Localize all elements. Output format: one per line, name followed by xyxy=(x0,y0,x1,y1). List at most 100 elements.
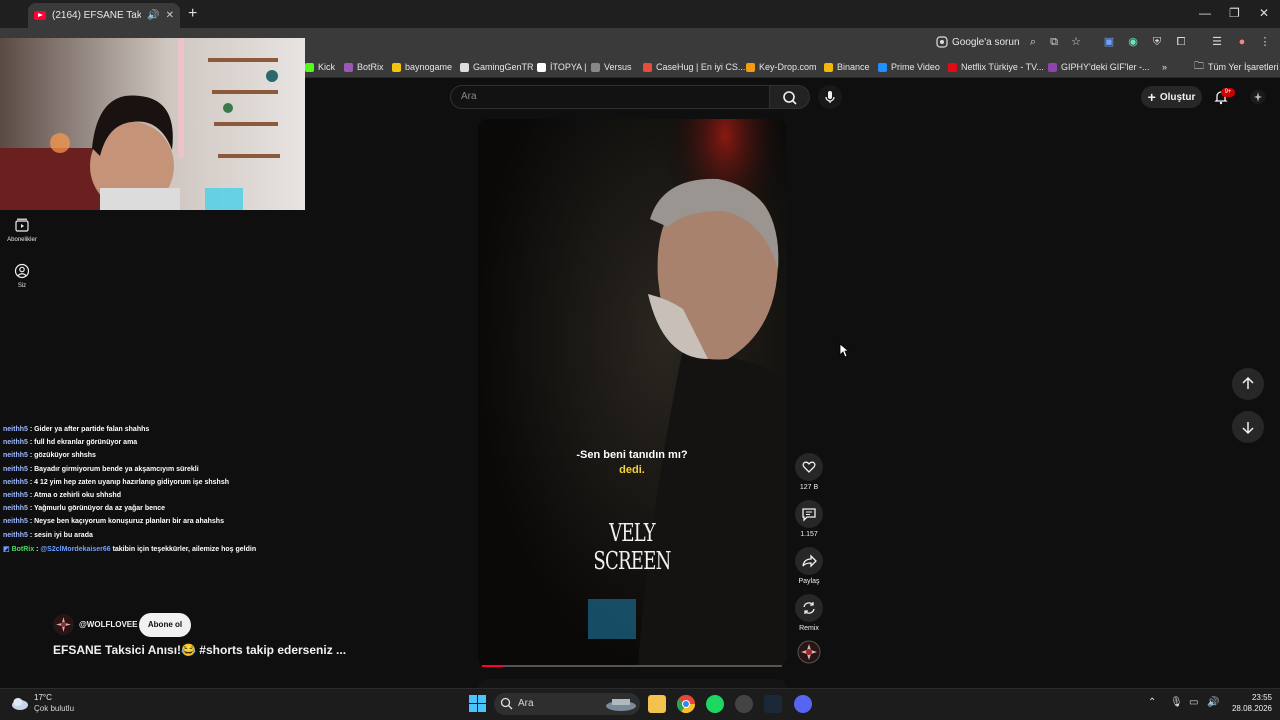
clock-time[interactable]: 23:55 xyxy=(1228,693,1272,702)
search-input[interactable]: Ara xyxy=(450,85,770,109)
volume-icon[interactable]: 🔊 xyxy=(1207,697,1219,708)
bookmark-item[interactable]: Key-Drop.com xyxy=(746,60,817,74)
chat-username: neithh5 xyxy=(3,518,28,526)
weather-description[interactable]: Çok bulutlu xyxy=(34,704,74,713)
zoom-icon[interactable]: ⌕ xyxy=(1025,34,1041,50)
chat-text: : gözüküyor shhshs xyxy=(27,452,96,460)
chat-message: neithh5 : Bayadır girmiyorum bende ya ak… xyxy=(3,466,463,479)
bookmark-item[interactable]: GamingGenTR xyxy=(460,60,534,74)
chat-username: neithh5 xyxy=(3,478,28,486)
share-button[interactable] xyxy=(795,547,823,575)
bookmark-label: Prime Video xyxy=(891,62,940,72)
extension-icon[interactable]: ◉ xyxy=(1125,34,1141,50)
short-video-player[interactable] xyxy=(478,119,787,667)
tab-title: (2164) EFSANE Taksici Anısı! xyxy=(52,10,142,21)
speaker-icon[interactable]: 🔊 xyxy=(147,10,159,21)
minimize-icon[interactable]: — xyxy=(1199,6,1211,20)
video-subtitle-line1: -Sen beni tanıdın mı? xyxy=(576,449,688,461)
bookmark-item[interactable]: Prime Video xyxy=(878,60,940,74)
comment-count: 1.157 xyxy=(800,531,818,538)
install-app-icon[interactable]: ⧉ xyxy=(1046,34,1062,50)
microphone-tray-icon[interactable]: 🎙 xyxy=(1170,697,1183,708)
mouse-cursor-icon xyxy=(839,343,849,358)
chrome-icon[interactable] xyxy=(676,695,695,714)
like-count: 127 B xyxy=(799,484,819,491)
reading-list-icon[interactable]: ☰ xyxy=(1209,34,1225,50)
bookmark-label: baynogame xyxy=(405,62,453,72)
chat-text: : 4 12 yim hep zaten uyanıp hazırlanıp g… xyxy=(27,478,229,486)
file-explorer-icon[interactable] xyxy=(648,695,666,713)
previous-short-button[interactable] xyxy=(1232,368,1264,400)
bookmark-item[interactable]: GIPHY'deki GIF'ler -... xyxy=(1048,60,1149,74)
bookmark-favicon-icon xyxy=(392,62,401,72)
bookmark-item[interactable]: Binance xyxy=(824,60,870,74)
chat-message: neithh5 : Neyse ben kaçıyorum konuşuruz … xyxy=(3,518,463,531)
sound-channel-avatar[interactable] xyxy=(797,640,821,664)
chat-text: : Atma o zehirli oku shhshd xyxy=(27,491,121,499)
bookmarks-overflow-icon[interactable]: » xyxy=(1162,60,1167,74)
bookmark-item[interactable]: BotRix xyxy=(344,60,384,74)
bookmark-item[interactable]: baynogame xyxy=(392,60,452,74)
microphone-icon xyxy=(825,91,835,103)
profile-icon[interactable]: ● xyxy=(1234,34,1250,50)
create-button[interactable]: + Oluştur xyxy=(1141,86,1202,108)
chat-message: neithh5 : Atma o zehirli oku shhshd xyxy=(3,492,463,505)
bookmark-item[interactable]: Netflix Türkiye - TV... xyxy=(948,60,1044,74)
discord-icon[interactable] xyxy=(794,695,812,713)
bookmark-item[interactable]: Versus xyxy=(591,60,632,74)
sidebar-label-you: Siz xyxy=(17,283,27,289)
network-icon[interactable]: ▭ xyxy=(1189,697,1198,708)
comment-icon xyxy=(802,508,816,522)
remix-button[interactable] xyxy=(795,594,823,622)
account-avatar[interactable] xyxy=(1250,89,1266,105)
channel-avatar[interactable] xyxy=(53,614,74,635)
chat-username: neithh5 xyxy=(3,505,28,513)
all-bookmarks[interactable]: 🗀 Tüm Yer İşaretleri xyxy=(1194,60,1279,74)
close-tab-icon[interactable]: ✕ xyxy=(166,10,174,21)
channel-handle[interactable]: @WOLFLOVEE xyxy=(79,620,137,629)
windows-start-icon[interactable] xyxy=(469,695,486,712)
spotify-icon[interactable] xyxy=(706,695,724,713)
bookmark-favicon-icon xyxy=(1048,62,1057,72)
bookmark-favicon-icon xyxy=(460,62,469,72)
chat-bot-message: ◩ BotRix : @S2clMordekaiser66 takibin iç… xyxy=(3,545,463,558)
browser-tab[interactable]: (2164) EFSANE Taksici Anısı! 🔊 ✕ xyxy=(28,3,180,28)
weather-temperature[interactable]: 17°C xyxy=(34,693,52,702)
extensions-puzzle-icon[interactable]: ⧠ xyxy=(1173,34,1189,50)
next-short-button[interactable] xyxy=(1232,411,1264,443)
clock-date[interactable]: 28.08.2026 xyxy=(1224,704,1272,713)
search-button[interactable] xyxy=(770,85,810,109)
arrow-up-icon xyxy=(1242,376,1254,389)
new-tab-button[interactable]: + xyxy=(188,5,197,23)
browser-menu-icon[interactable]: ⋮ xyxy=(1257,34,1273,50)
sidebar-item-subscriptions[interactable]: Abonelikler xyxy=(0,217,44,243)
comments-button[interactable] xyxy=(795,500,823,528)
bookmark-item[interactable]: İTOPYA | xyxy=(537,60,587,74)
subscribe-button[interactable]: Abone ol xyxy=(139,613,191,637)
bookmark-star-icon[interactable]: ☆ xyxy=(1068,34,1084,50)
chat-text: : Yağmurlu görünüyor da az yağar bence xyxy=(27,505,166,513)
video-title[interactable]: EFSANE Taksici Anısı!😂 #shorts takip ede… xyxy=(53,643,346,657)
close-window-icon[interactable]: ✕ xyxy=(1259,6,1269,20)
maximize-icon[interactable]: ❐ xyxy=(1229,6,1240,20)
google-ask-label: Google'a sorun xyxy=(952,36,1020,48)
like-button[interactable] xyxy=(795,453,823,481)
notification-badge: 9+ xyxy=(1221,88,1235,97)
cloudy-weather-icon[interactable] xyxy=(10,694,30,712)
video-progress-bar[interactable] xyxy=(482,665,782,667)
obs-icon[interactable] xyxy=(735,695,753,713)
subscriptions-icon xyxy=(15,218,29,232)
tray-overflow-icon[interactable]: ⌃ xyxy=(1148,697,1156,708)
youtube-favicon-icon xyxy=(34,11,46,20)
sidebar-item-you[interactable]: Siz xyxy=(0,263,44,289)
channel-logo-icon xyxy=(56,617,71,632)
sidebar-label-subscriptions: Abonelikler xyxy=(7,237,37,243)
google-ask-button[interactable]: Google'a sorun xyxy=(936,34,1020,50)
translate-extension-icon[interactable]: ▣ xyxy=(1101,34,1117,50)
chat-text: : Gider ya after partide falan shahhs xyxy=(27,426,150,433)
shield-extension-icon[interactable]: ⛨ xyxy=(1149,34,1165,50)
bookmark-item[interactable]: Kick xyxy=(305,60,335,74)
voice-search-button[interactable] xyxy=(818,85,842,109)
steam-icon[interactable] xyxy=(764,695,782,713)
bookmark-item[interactable]: CaseHug | En iyi CS... xyxy=(643,60,745,74)
